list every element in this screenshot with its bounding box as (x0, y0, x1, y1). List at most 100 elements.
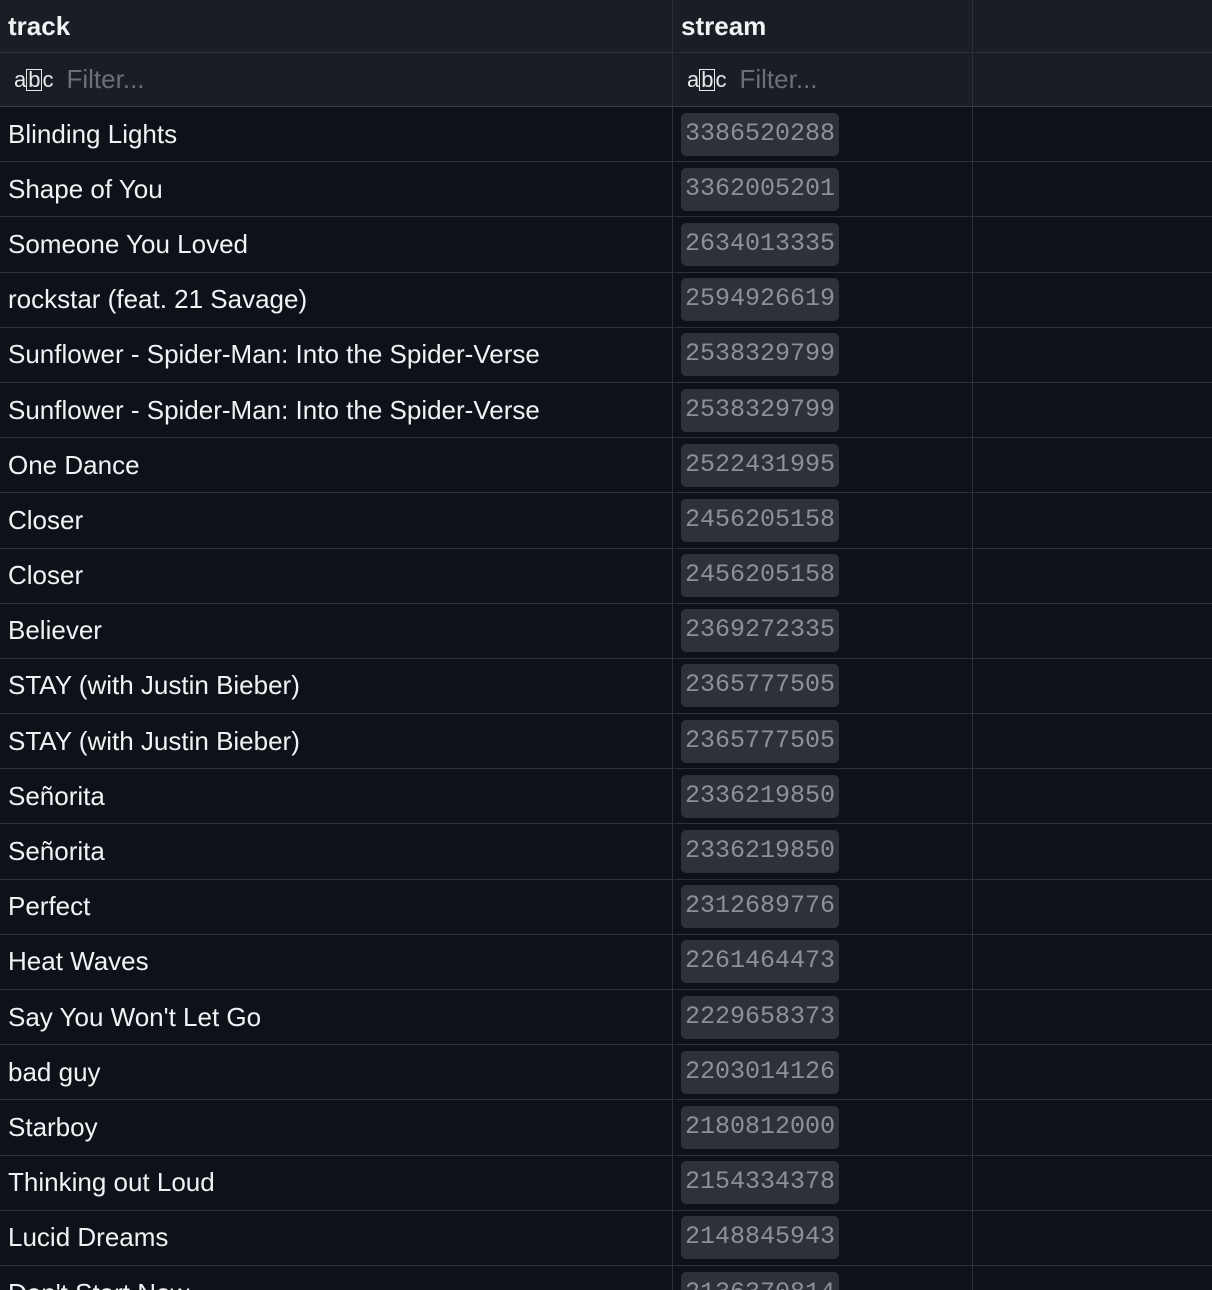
stream-cell[interactable]: 2365777505 (673, 714, 973, 770)
table-row[interactable]: Heat Waves 2261464473 (0, 934, 1212, 990)
track-cell[interactable]: Don't Start Now (0, 1265, 673, 1290)
filter-row: abc abc (0, 53, 1212, 107)
filter-input-stream[interactable] (739, 64, 940, 95)
stream-value: 2522431995 (681, 443, 840, 487)
table-row[interactable]: Closer 2456205158 (0, 548, 1212, 604)
header-row: track stream (0, 0, 1212, 53)
stream-cell[interactable]: 2180812000 (673, 1100, 973, 1156)
stream-cell[interactable]: 2312689776 (673, 879, 973, 935)
empty-cell (973, 879, 1212, 935)
empty-cell (973, 548, 1212, 604)
empty-cell (973, 1210, 1212, 1266)
table-row[interactable]: Señorita 2336219850 (0, 769, 1212, 825)
track-cell[interactable]: Say You Won't Let Go (0, 990, 673, 1046)
stream-value: 2594926619 (681, 278, 840, 322)
stream-value: 2538329799 (681, 333, 840, 377)
stream-cell[interactable]: 3362005201 (673, 162, 973, 218)
empty-cell (973, 603, 1212, 659)
stream-value: 2148845943 (681, 1216, 840, 1260)
track-cell[interactable]: Sunflower - Spider-Man: Into the Spider-… (0, 382, 673, 439)
table-row[interactable]: Blinding Lights 3386520288 (0, 107, 1212, 163)
stream-value: 2365777505 (681, 664, 840, 708)
table-row[interactable]: STAY (with Justin Bieber) 2365777505 (0, 714, 1212, 770)
stream-value: 2229658373 (681, 995, 840, 1039)
table-row[interactable]: Someone You Loved 2634013335 (0, 217, 1212, 273)
table-body: Blinding Lights 3386520288 Shape of You 336… (0, 107, 1212, 1290)
track-cell[interactable]: Someone You Loved (0, 217, 673, 273)
track-cell[interactable]: Thinking out Loud (0, 1155, 673, 1211)
column-header-track[interactable]: track (0, 0, 673, 53)
stream-cell[interactable]: 2538329799 (673, 382, 973, 439)
empty-cell (973, 658, 1212, 715)
stream-value: 2369272335 (681, 609, 840, 653)
table-row[interactable]: Say You Won't Let Go 2229658373 (0, 990, 1212, 1046)
table-row[interactable]: Sunflower - Spider-Man: Into the Spider-… (0, 327, 1212, 383)
stream-cell[interactable]: 2148845943 (673, 1210, 973, 1266)
track-cell[interactable]: Shape of You (0, 162, 673, 218)
track-cell[interactable]: Sunflower - Spider-Man: Into the Spider-… (0, 327, 673, 383)
stream-value: 3386520288 (681, 112, 840, 156)
stream-cell[interactable]: 2365777505 (673, 658, 973, 715)
stream-value: 2538329799 (681, 388, 840, 432)
track-cell[interactable]: Perfect (0, 879, 673, 935)
track-cell[interactable]: Señorita (0, 769, 673, 825)
empty-cell (973, 1100, 1212, 1156)
track-cell[interactable]: bad guy (0, 1045, 673, 1101)
track-cell[interactable]: Blinding Lights (0, 107, 673, 163)
stream-value: 2456205158 (681, 554, 840, 598)
track-cell[interactable]: STAY (with Justin Bieber) (0, 714, 673, 770)
table-row[interactable]: STAY (with Justin Bieber) 2365777505 (0, 658, 1212, 715)
table-row[interactable]: Señorita 2336219850 (0, 824, 1212, 880)
stream-value: 2154334378 (681, 1161, 840, 1205)
table-row[interactable]: Thinking out Loud 2154334378 (0, 1155, 1212, 1211)
stream-cell[interactable]: 2456205158 (673, 493, 973, 549)
stream-cell[interactable]: 2154334378 (673, 1155, 973, 1211)
track-cell[interactable]: Closer (0, 548, 673, 604)
stream-cell[interactable]: 2203014126 (673, 1045, 973, 1101)
empty-cell (973, 272, 1212, 328)
stream-cell[interactable]: 2538329799 (673, 327, 973, 383)
track-cell[interactable]: Believer (0, 603, 673, 659)
stream-cell[interactable]: 2336219850 (673, 824, 973, 880)
table-row[interactable]: bad guy 2203014126 (0, 1045, 1212, 1101)
stream-cell[interactable]: 2229658373 (673, 990, 973, 1046)
table-row[interactable]: rockstar (feat. 21 Savage) 2594926619 (0, 272, 1212, 328)
table-row[interactable]: Perfect 2312689776 (0, 879, 1212, 935)
empty-cell (973, 824, 1212, 880)
table-row[interactable]: Lucid Dreams 2148845943 (0, 1210, 1212, 1266)
table-row[interactable]: Don't Start Now 2136370814 (0, 1265, 1212, 1290)
track-cell[interactable]: Heat Waves (0, 934, 673, 990)
table-row[interactable]: Shape of You 3362005201 (0, 162, 1212, 218)
stream-cell[interactable]: 2522431995 (673, 438, 973, 494)
column-header-stream[interactable]: stream (673, 0, 973, 53)
stream-value: 2261464473 (681, 940, 840, 984)
stream-cell[interactable]: 2634013335 (673, 217, 973, 273)
table-row[interactable]: One Dance 2522431995 (0, 438, 1212, 494)
stream-cell[interactable]: 2594926619 (673, 272, 973, 328)
track-cell[interactable]: STAY (with Justin Bieber) (0, 658, 673, 715)
track-cell[interactable]: One Dance (0, 438, 673, 494)
table-row[interactable]: Sunflower - Spider-Man: Into the Spider-… (0, 382, 1212, 439)
filter-input-track[interactable] (66, 64, 267, 95)
stream-value: 2312689776 (681, 885, 840, 929)
empty-cell (973, 217, 1212, 273)
stream-value: 2203014126 (681, 1050, 840, 1094)
empty-cell (973, 162, 1212, 218)
track-cell[interactable]: Señorita (0, 824, 673, 880)
stream-cell[interactable]: 3386520288 (673, 107, 973, 163)
stream-cell[interactable]: 2261464473 (673, 934, 973, 990)
track-cell[interactable]: rockstar (feat. 21 Savage) (0, 272, 673, 328)
stream-cell[interactable]: 2336219850 (673, 769, 973, 825)
track-cell[interactable]: Lucid Dreams (0, 1210, 673, 1266)
track-cell[interactable]: Starboy (0, 1100, 673, 1156)
stream-cell[interactable]: 2136370814 (673, 1265, 973, 1290)
table-row[interactable]: Closer 2456205158 (0, 493, 1212, 549)
stream-cell[interactable]: 2456205158 (673, 548, 973, 604)
track-cell[interactable]: Closer (0, 493, 673, 549)
empty-cell (973, 714, 1212, 770)
stream-value: 2136370814 (681, 1271, 840, 1290)
text-type-icon: abc (14, 66, 53, 92)
stream-cell[interactable]: 2369272335 (673, 603, 973, 659)
table-row[interactable]: Believer 2369272335 (0, 603, 1212, 659)
table-row[interactable]: Starboy 2180812000 (0, 1100, 1212, 1156)
